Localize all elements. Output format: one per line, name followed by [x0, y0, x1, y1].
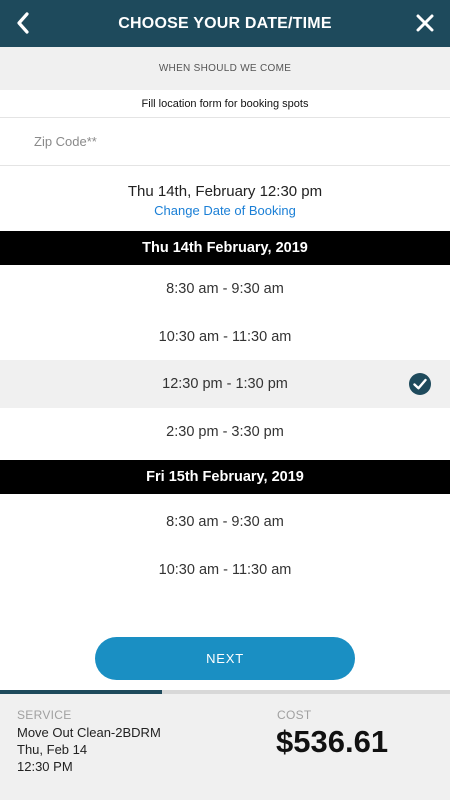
chevron-left-icon: [17, 12, 29, 34]
cost-value: $536.61: [276, 724, 389, 759]
date-header-thu-14: Thu 14th February, 2019: [0, 231, 450, 265]
service-name: Move Out Clean-2BDRM: [17, 725, 161, 740]
time-slot-label: 2:30 pm - 3:30 pm: [166, 424, 284, 440]
time-slot-label: 8:30 am - 9:30 am: [166, 281, 284, 297]
selected-datetime: Thu 14th, February 12:30 pm: [127, 183, 323, 200]
service-label: SERVICE: [17, 708, 72, 722]
check-circle-icon: [409, 373, 431, 395]
time-slot-selected[interactable]: 12:30 pm - 1:30 pm: [0, 360, 450, 408]
service-time: 12:30 PM: [17, 759, 73, 774]
back-button[interactable]: [8, 7, 38, 39]
location-form-note: Fill location form for booking spots: [0, 90, 450, 118]
service-date: Thu, Feb 14: [17, 742, 88, 757]
zip-code-row: [0, 118, 450, 166]
zip-code-input[interactable]: [0, 118, 450, 165]
time-slot-label: 10:30 am - 11:30 am: [158, 562, 292, 578]
change-date-link[interactable]: Change Date of Booking: [0, 204, 450, 217]
close-button[interactable]: [410, 7, 440, 39]
booking-summary: SERVICE Move Out Clean-2BDRM Thu, Feb 14…: [0, 694, 450, 800]
time-slot[interactable]: 10:30 am - 11:30 am: [0, 546, 450, 594]
app-header: CHOOSE YOUR DATE/TIME: [0, 0, 450, 47]
time-slot-label: 10:30 am - 11:30 am: [158, 329, 292, 345]
time-slot-label: 12:30 pm - 1:30 pm: [162, 376, 288, 392]
time-slot[interactable]: 10:30 am - 11:30 am: [0, 313, 450, 361]
time-slot[interactable]: 2:30 pm - 3:30 pm: [0, 408, 450, 456]
time-slot[interactable]: 8:30 am - 9:30 am: [0, 265, 450, 313]
next-button[interactable]: NEXT: [95, 637, 355, 680]
selected-booking-info: Thu 14th, February 12:30 pm Change Date …: [0, 178, 450, 217]
page-title: CHOOSE YOUR DATE/TIME: [118, 14, 332, 32]
close-icon: [416, 14, 434, 32]
cost-label: COST: [277, 708, 312, 722]
date-header-fri-15: Fri 15th February, 2019: [0, 460, 450, 494]
time-slot-label: 8:30 am - 9:30 am: [166, 514, 284, 530]
section-subtitle: WHEN SHOULD WE COME: [0, 47, 450, 90]
time-slot[interactable]: 8:30 am - 9:30 am: [0, 498, 450, 546]
